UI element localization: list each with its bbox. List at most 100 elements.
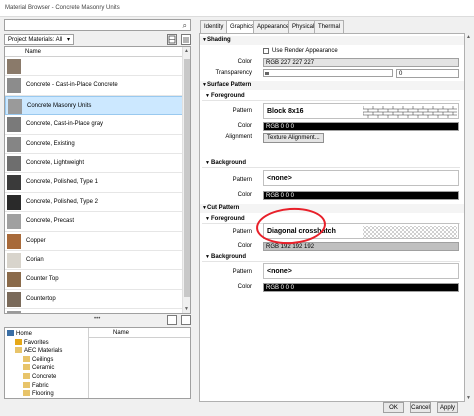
material-row[interactable]: Corian (5, 251, 183, 271)
surface-bg-color-label: Color (237, 192, 252, 198)
crosshatch-pattern-preview (363, 226, 457, 238)
material-row[interactable]: Concrete, Polished, Type 2 (5, 193, 183, 213)
ok-button[interactable]: OK (383, 402, 404, 413)
shading-header: Shading (207, 37, 231, 43)
library-tree: Home Favorites AEC Materials Ceilings Cerami… (5, 328, 89, 398)
transparency-value: 0 (399, 71, 403, 77)
library-tree-item[interactable]: Flooring (23, 390, 54, 398)
column-name-header[interactable]: Name (25, 49, 41, 55)
surface-bg-color-field[interactable]: RGB 0 0 0 (263, 191, 459, 200)
folder-icon (15, 347, 22, 354)
chevron-down-icon: ▾ (66, 37, 70, 43)
library-splitter[interactable]: ••• (4, 315, 191, 326)
material-row[interactable]: Concrete - Cast-in-Place Concrete (5, 76, 183, 96)
folder-icon (23, 390, 30, 397)
list-icon (183, 37, 189, 43)
search-input[interactable]: ⌕ (4, 19, 191, 31)
material-row[interactable]: Concrete, Existing (5, 135, 183, 154)
library-column-name[interactable]: Name (113, 330, 129, 336)
search-icon[interactable]: ⌕ (183, 21, 187, 31)
shading-color-value: RGB 227 227 227 (266, 60, 315, 66)
scroll-up-icon[interactable]: ▲ (184, 48, 189, 54)
material-row[interactable]: Countertop (5, 290, 183, 310)
cut-fg-color-field[interactable]: RGB 192 192 192 (263, 242, 459, 251)
slider-thumb[interactable] (265, 72, 269, 75)
project-materials-filter[interactable]: Project Materials: All ▾ (4, 34, 74, 45)
library-toggle-button[interactable] (181, 315, 191, 325)
cut-background-label: Background (211, 254, 247, 260)
cut-fg-pattern-field[interactable]: Diagonal crosshatch (263, 223, 459, 239)
library-view-button[interactable] (167, 315, 177, 325)
material-row[interactable]: Concrete, Lightweight (5, 154, 183, 174)
collapse-triangle-icon: ▼ (205, 254, 210, 260)
surface-fg-pattern-field[interactable]: Block 8x16 (263, 103, 459, 119)
view-list-button[interactable] (181, 34, 191, 45)
cut-bg-pattern-field[interactable]: <none> (263, 263, 459, 279)
scroll-thumb[interactable] (184, 59, 190, 297)
material-row[interactable]: Concrete, Polished, Type 1 (5, 173, 183, 193)
home-icon (7, 330, 14, 336)
view-grid-button[interactable] (167, 34, 177, 45)
material-row[interactable]: Concrete, Precast (5, 212, 183, 232)
surface-background-header[interactable]: ▼ Background (202, 159, 460, 168)
cut-background-header[interactable]: ▼ Background (202, 253, 460, 262)
use-render-appearance-checkbox[interactable] (263, 48, 269, 54)
material-name: Concrete, Precast (26, 218, 75, 225)
star-icon (15, 338, 22, 345)
material-row[interactable]: Concrete, Cast-in-Place gray (5, 115, 183, 135)
cut-pattern-section-header[interactable]: ▼ Cut Pattern (200, 204, 464, 213)
material-thumbnail (7, 155, 21, 171)
surface-foreground-header[interactable]: ▼ Foreground (202, 92, 460, 101)
material-name: Concrete, Polished, Type 1 (26, 179, 98, 186)
texture-alignment-button[interactable]: Texture Alignment... (263, 133, 324, 143)
surface-fg-color-field[interactable]: RGB 0 0 0 (263, 122, 459, 131)
surface-fg-pattern-label: Pattern (232, 108, 252, 114)
material-row[interactable]: Counter Top (5, 270, 183, 290)
folder-icon (23, 373, 30, 379)
transparency-field[interactable]: 0 (396, 69, 459, 78)
window-title: Material Browser - Concrete Masonry Unit… (5, 5, 120, 11)
material-row[interactable] (5, 57, 183, 77)
material-thumbnail (7, 117, 21, 133)
apply-button[interactable]: Apply (437, 402, 458, 413)
surface-bg-pattern-field[interactable]: <none> (263, 170, 459, 186)
cut-bg-pattern-name: <none> (267, 268, 292, 275)
splitter-grip-icon: ••• (94, 316, 101, 322)
surface-pattern-header: Surface Pattern (207, 82, 252, 88)
tab-thermal[interactable]: Thermal (314, 20, 345, 33)
title-bar: Material Browser - Concrete Masonry Unit… (0, 0, 474, 17)
material-row[interactable] (5, 309, 183, 313)
material-rows: Concrete - Cast-in-Place Concrete Concret… (5, 57, 183, 313)
material-name: Concrete, Lightweight (26, 159, 85, 166)
shading-section-header[interactable]: ▼ Shading (200, 36, 464, 45)
material-row[interactable]: Concrete Masonry Units (5, 95, 183, 116)
material-list-pane: ⌕ Project Materials: All ▾ Name Concrete… (0, 17, 197, 412)
material-list-scrollbar[interactable]: ▲ ▼ (182, 47, 190, 313)
surface-pattern-section-header[interactable]: ▼ Surface Pattern (200, 81, 464, 90)
material-thumbnail (7, 136, 21, 152)
shading-color-field[interactable]: RGB 227 227 227 (263, 58, 459, 67)
shading-color-label: Color (237, 59, 252, 65)
cut-fg-color-label: Color (237, 243, 252, 249)
material-thumbnail (7, 214, 21, 230)
material-name: Concrete, Polished, Type 2 (26, 198, 98, 205)
cut-foreground-label: Foreground (211, 216, 245, 222)
cut-fg-color-value: RGB 192 192 192 (266, 244, 315, 250)
editor-scrollbar[interactable]: ▲ ▼ (465, 33, 473, 402)
cancel-button[interactable]: Cancel (410, 402, 431, 413)
scroll-up-icon[interactable]: ▲ (466, 34, 471, 40)
tree-item-label: Concrete (32, 374, 57, 380)
tree-item-label: Ceramic (32, 365, 55, 372)
collapse-triangle-icon: ▼ (205, 93, 210, 99)
surface-bg-pattern-label: Pattern (232, 177, 252, 183)
material-thumbnail (7, 272, 21, 288)
material-name: Countertop (26, 295, 56, 302)
transparency-slider[interactable] (263, 69, 393, 77)
cut-bg-color-field[interactable]: RGB 0 0 0 (263, 283, 459, 292)
material-row[interactable]: Copper (5, 232, 183, 251)
tab-identity[interactable]: Identity (200, 20, 228, 33)
scroll-down-icon[interactable]: ▼ (184, 306, 189, 312)
material-thumbnail (8, 98, 22, 114)
scroll-down-icon[interactable]: ▼ (466, 395, 471, 401)
filter-label: Project Materials: All (8, 37, 63, 43)
